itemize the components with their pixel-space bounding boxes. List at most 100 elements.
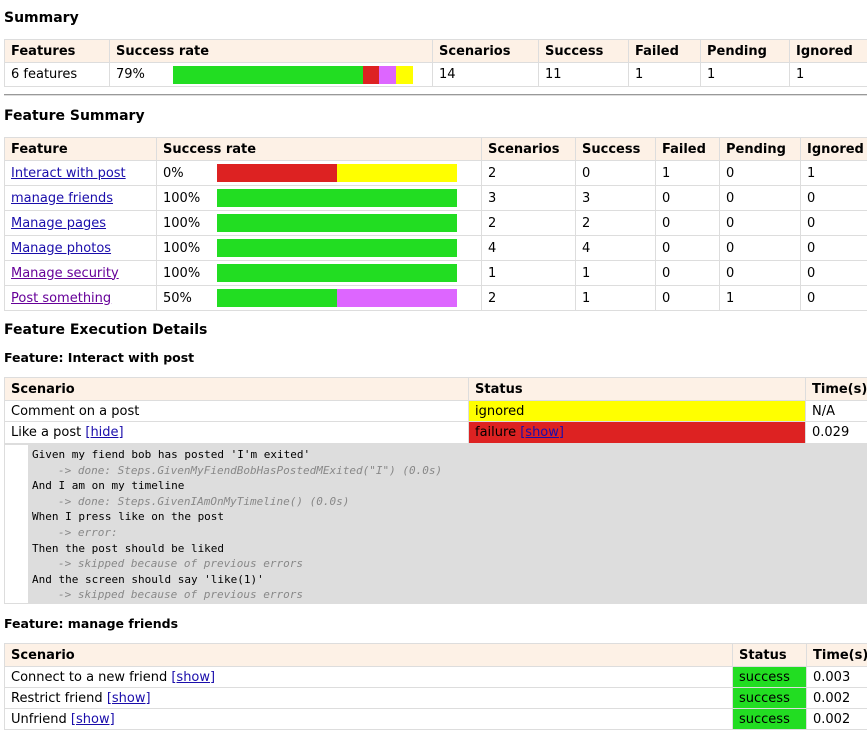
feature-scenarios: 1 [481,260,576,286]
feature-rate: 50% [163,290,192,306]
status-success: success [732,687,807,709]
feature-ignored: 1 [800,160,867,186]
feature-success: 0 [575,160,656,186]
col-scenarios: Scenarios [432,39,539,63]
feature-link[interactable]: manage friends [11,191,113,206]
feature-success: 3 [575,185,656,211]
bar-segment-pending [337,289,457,307]
feature-rate-cell: 100% [156,185,482,211]
feature-pending: 0 [719,210,801,236]
feature-ignored: 0 [800,285,867,311]
feature-rate: 100% [163,190,201,206]
summary-table: Features Success rate Scenarios Success … [4,39,867,87]
feature-failed: 0 [655,285,720,311]
scenario-name: Connect to a new friend [11,669,168,685]
show-log-link[interactable]: [show] [71,712,115,727]
col-ignored: Ignored [789,39,867,63]
bar-segment-success [217,239,457,257]
col-feature: Feature [4,137,157,161]
summary-row: 6 features 79% 14 11 1 1 1 [4,62,867,87]
col-status: Status [732,643,807,667]
feature-success: 4 [575,235,656,261]
feature-success: 1 [575,260,656,286]
scenario-time: 0.002 [806,687,867,709]
col-success: Success [538,39,629,63]
feature-link[interactable]: Interact with post [11,166,126,181]
scenario-cell: Connect to a new friend [show] [4,666,733,688]
feature-rate-cell: 100% [156,210,482,236]
bar-segment-success [217,289,337,307]
log-result: -> done: Steps.GivenIAmOnMyTimeline() (0… [58,494,350,508]
feature-rate: 100% [163,265,201,281]
feature-rate-cell: 50% [156,285,482,311]
feature-scenarios: 2 [481,285,576,311]
scenario-cell: Like a post [hide] [4,421,469,444]
show-log-link[interactable]: [show] [107,691,151,706]
feature-name-cell: Interact with post [4,160,157,186]
feature-link[interactable]: Manage pages [11,216,106,231]
scenario-row: Like a post [hide] failure [show] 0.029 [4,421,867,444]
feature-row: Manage security 100% 1 1 0 0 0 [4,260,867,286]
col-scenario: Scenario [4,643,733,667]
feature-ignored: 0 [800,185,867,211]
feature-progress-bar [217,264,457,282]
details-title: Feature Execution Details [4,322,208,338]
feature-progress-bar [217,239,457,257]
feature-link[interactable]: Post something [11,291,111,306]
manage-friends-table: Scenario Status Time(s) Connect to a new… [4,643,867,730]
feature-progress-bar [217,214,457,232]
feature-name-cell: Post something [4,285,157,311]
summary-failed: 1 [628,62,701,87]
feature-row: Interact with post 0% 2 0 1 0 1 [4,160,867,186]
feature-progress-bar [217,189,457,207]
feature-link[interactable]: Manage photos [11,241,111,256]
log-step: Given my fiend bob has posted 'I'm exite… [32,448,311,461]
feature-progress-bar [217,289,457,307]
bar-segment-ignored [337,164,457,182]
show-error-link[interactable]: [show] [520,425,564,440]
status-failure: failure [show] [468,421,806,444]
feature-failed: 0 [655,260,720,286]
bar-segment-ignored [396,65,413,84]
feature-row: Manage pages 100% 2 2 0 0 0 [4,210,867,236]
feature-scenarios: 2 [481,160,576,186]
scenario-row: Unfriend [show] success 0.002 [4,708,867,730]
show-log-link[interactable]: [show] [171,670,215,685]
col-ignored: Ignored [800,137,867,161]
divider [4,94,867,96]
feature-interact-with-post-title: Feature: Interact with post [4,350,195,365]
col-success-rate: Success rate [109,39,433,63]
hide-log-link[interactable]: [hide] [85,425,123,440]
log-step: When I press like on the post [32,510,225,524]
feature-pending: 0 [719,160,801,186]
bar-segment-success [217,214,457,232]
scenario-name: Like a post [11,425,82,440]
scenario-time: 0.002 [806,708,867,730]
col-failed: Failed [655,137,720,161]
feature-pending: 0 [719,235,801,261]
log-content: Given my fiend bob has posted 'I'm exite… [28,445,866,603]
col-status: Status [468,377,806,401]
summary-success: 11 [538,62,629,87]
feature-row: manage friends 100% 3 3 0 0 0 [4,185,867,211]
col-features: Features [4,39,110,63]
summary-ignored: 1 [789,62,867,87]
feature-rate: 100% [163,240,201,256]
feature-rate-cell: 100% [156,260,482,286]
scenario-time: N/A [805,400,867,422]
feature-name-cell: Manage security [4,260,157,286]
status-success: success [732,708,807,730]
interact-with-post-table: Scenario Status Time(s) Comment on a pos… [4,377,867,444]
feature-ignored: 0 [800,260,867,286]
scenario-row: Comment on a post ignored N/A [4,400,867,422]
feature-link[interactable]: Manage security [11,266,119,281]
scenario-cell: Restrict friend [show] [4,687,733,709]
scenario-log: Given my fiend bob has posted 'I'm exite… [4,444,867,604]
status-ignored: ignored [468,400,806,422]
feature-rate-cell: 100% [156,235,482,261]
summary-rate-cell: 79% [109,62,433,87]
feature-failed: 0 [655,185,720,211]
summary-features: 6 features [4,62,110,87]
feature-summary-table: Feature Success rate Scenarios Success F… [4,137,867,311]
feature-ignored: 0 [800,235,867,261]
